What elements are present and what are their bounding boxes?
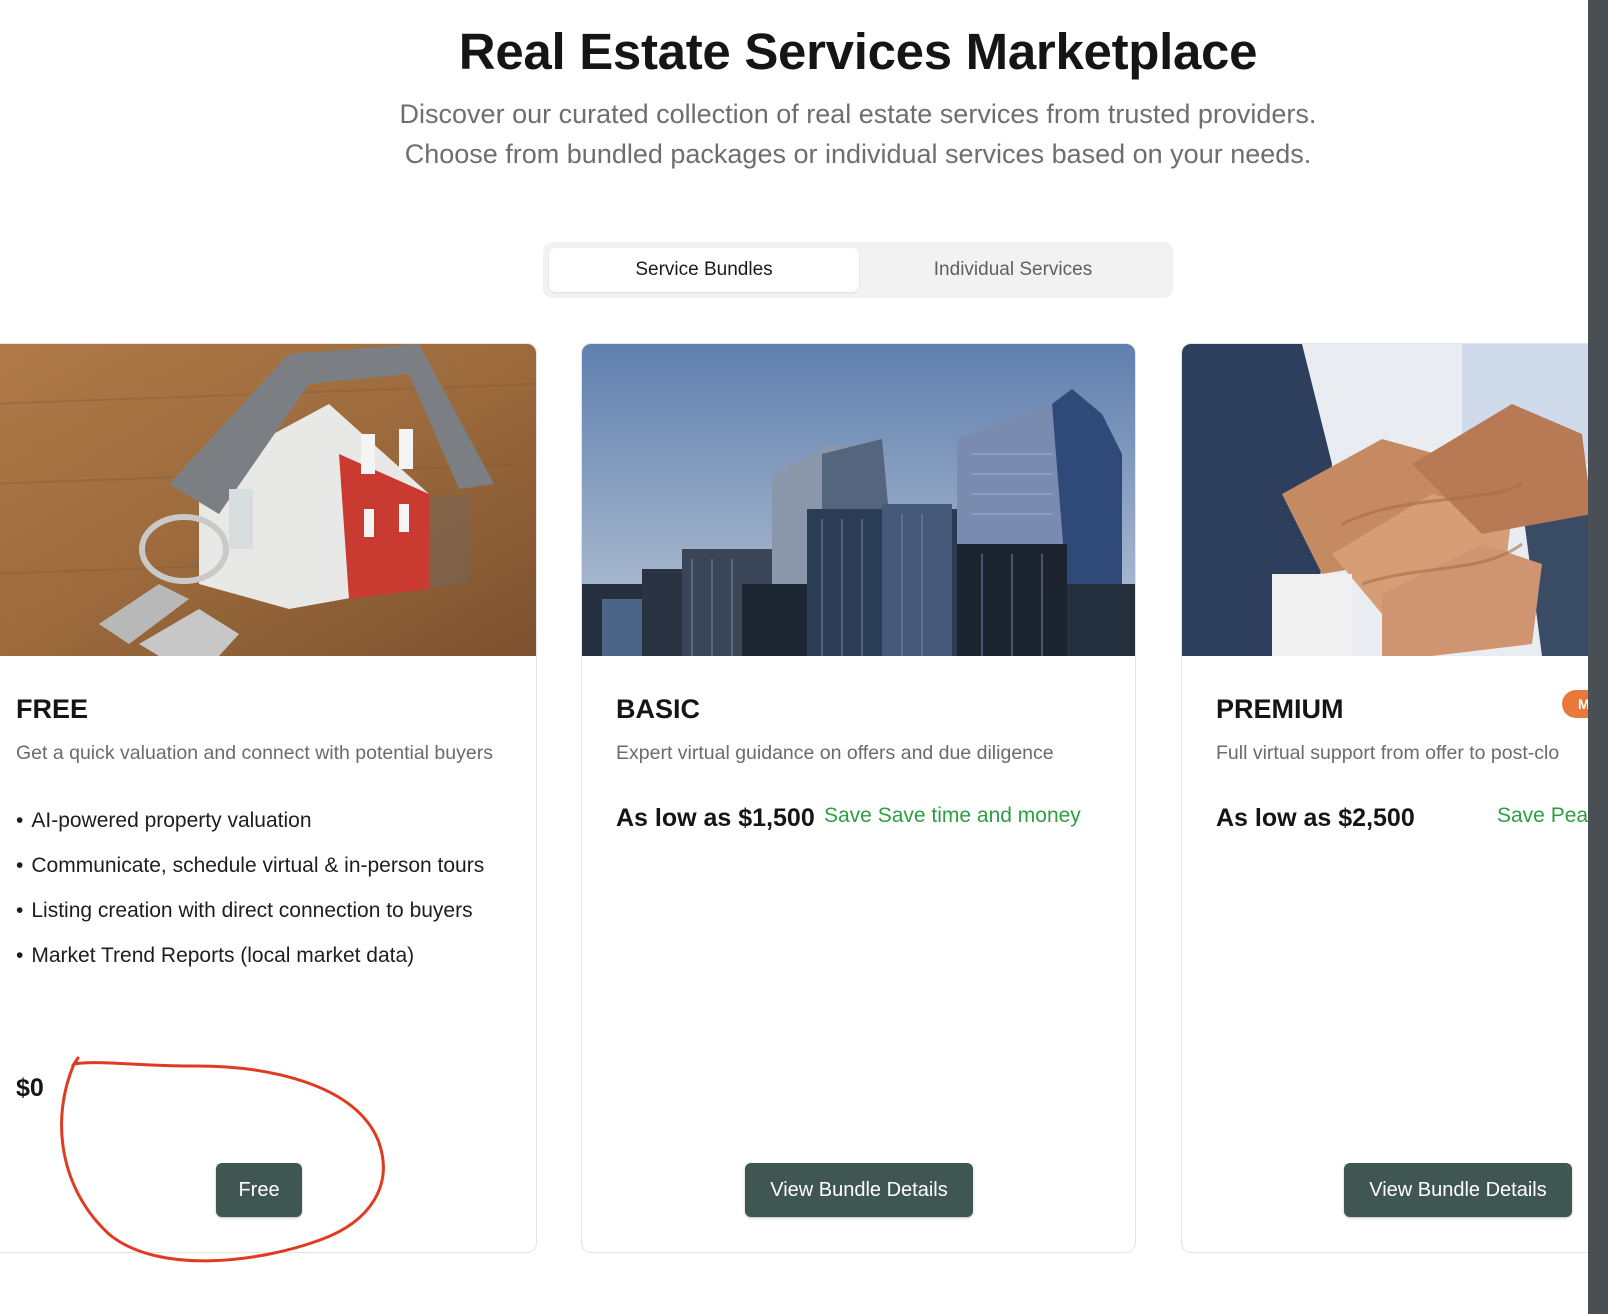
bundle-card-premium: PREMIUM M Full virtual support from offe… [1181,343,1608,1253]
bundle-card-basic: BASIC Expert virtual guidance on offers … [581,343,1136,1253]
feature-item: • AI-powered property valuation [16,809,312,832]
page-title: Real Estate Services Marketplace [458,23,1258,80]
tab-service-bundles[interactable]: Service Bundles [549,248,859,292]
bullet: • [16,809,24,832]
bundle-description: Get a quick valuation and connect with p… [16,742,493,764]
view-bundle-details-button[interactable]: View Bundle Details [1344,1163,1572,1217]
tab-individual-services[interactable]: Individual Services [859,248,1167,292]
view-bundle-details-button[interactable]: View Bundle Details [745,1163,973,1217]
bundle-price: As low as $2,500 [1216,804,1415,832]
bundle-name: PREMIUM [1216,694,1344,724]
window-edge [1588,0,1608,1314]
savings-text: Save Save time and money [824,804,1081,827]
page-subtitle-line-2: Choose from bundled packages or individu… [404,139,1312,169]
feature-item: • Listing creation with direct connection… [16,899,473,922]
bundle-card-free: FREE Get a quick valuation and connect w… [0,343,537,1253]
feature-item: • Market Trend Reports (local market data… [16,944,415,967]
bundle-type-tabs: Service Bundles Individual Services [543,242,1173,298]
business-hands-image [1182,344,1608,656]
savings-text: Save Pea [1497,804,1589,827]
bullet: • [16,854,24,877]
house-model-image [0,344,536,656]
bundle-name: BASIC [616,694,701,724]
free-bundle-button[interactable]: Free [216,1163,302,1217]
feature-item: • Communicate, schedule virtual & in-pers… [16,854,485,877]
city-skyscrapers-image [582,344,1135,656]
bullet: • [16,944,24,967]
bundle-description: Full virtual support from offer to post-… [1216,742,1560,764]
feature-list: • AI-powered property valuation • Communic… [16,804,506,984]
bundle-name: FREE [16,694,89,724]
bundle-description: Expert virtual guidance on offers and du… [616,742,1054,764]
bundle-price: As low as $1,500 [616,804,815,832]
page-subtitle-line-1: Discover our curated collection of real … [399,99,1317,129]
bundle-price: $0 [16,1074,44,1102]
bullet: • [16,899,24,922]
